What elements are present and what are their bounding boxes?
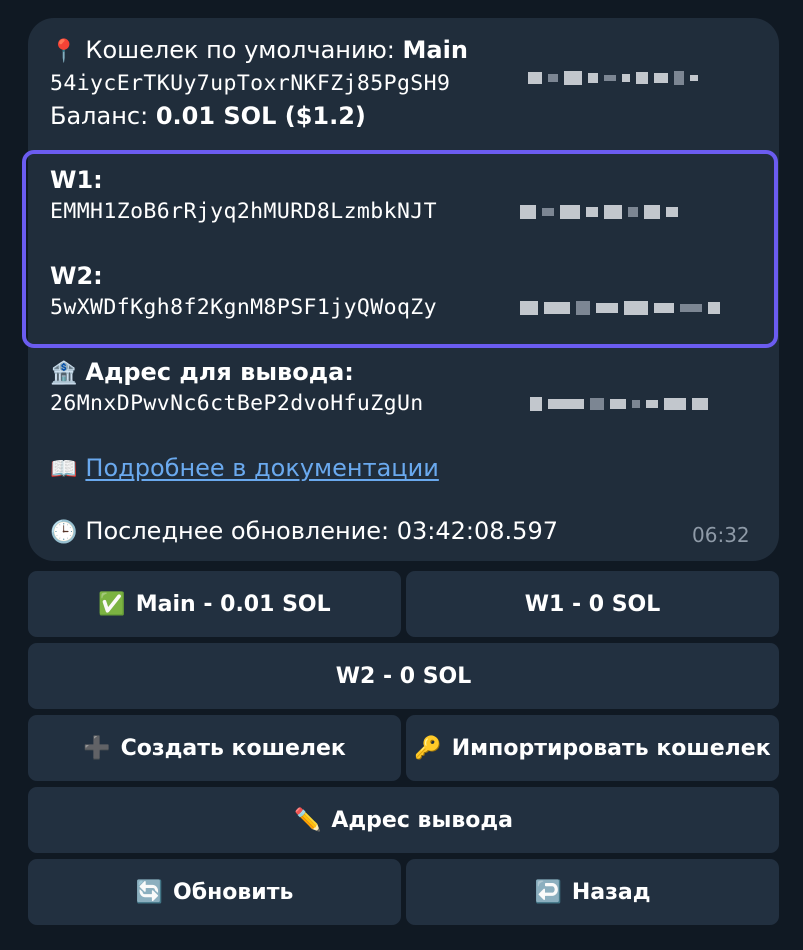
bank-icon: 🏦 [50,361,78,386]
wallet-w1-button[interactable]: W1 - 0 SOL [406,571,779,637]
create-wallet-button[interactable]: ➕ Создать кошелек [28,715,401,781]
book-icon: 📖 [50,457,78,482]
withdraw-address-button[interactable]: ✏️ Адрес вывода [28,787,779,853]
plus-icon: ➕ [83,735,111,761]
refresh-icon: 🔄 [135,879,163,905]
pin-icon: 📍 [50,39,78,64]
redacted-address-blur [528,68,698,88]
back-button[interactable]: ↩️ Назад [406,859,779,925]
w1-label: W1: [50,166,103,194]
docs-link-line: 📖 Подробнее в документации [50,452,439,486]
wallet-w2-label: W2 - 0 SOL [335,663,472,689]
withdraw-address-button-label: Адрес вывода [331,807,514,833]
redacted-withdraw-blur [530,394,708,414]
clock-icon: 🕒 [50,520,78,545]
w2-label: W2: [50,262,103,290]
wallet-main-button[interactable]: ✅ Main - 0.01 SOL [28,571,401,637]
withdraw-address-label: Адрес для вывода: [85,358,354,386]
import-wallet-button[interactable]: 🔑 Импортировать кошелек [406,715,779,781]
last-update-line: 🕒 Последнее обновление: 03:42:08.597 [50,515,558,549]
last-update-text: Последнее обновление: 03:42:08.597 [85,517,558,545]
wallet-main-label: Main - 0.01 SOL [135,591,331,617]
withdraw-address-line: 🏦 Адрес для вывода: [50,356,354,390]
w2-address[interactable]: 5wXWDfKgh8f2KgnM8PSF1jyQWoqZy [50,292,437,324]
redacted-w1-blur [520,202,678,222]
key-icon: 🔑 [414,735,442,761]
back-label: Назад [571,879,651,905]
wallet-w2-button[interactable]: W2 - 0 SOL [28,643,779,709]
message-time: 06:32 [692,523,750,547]
pencil-icon: ✏️ [293,807,322,833]
wallet-w1-label: W1 - 0 SOL [524,591,661,617]
balance-label: Баланс: [50,102,156,130]
w1-address[interactable]: EMMH1ZoB6rRjyq2hMURD8LzmbkNJT [50,196,437,228]
default-wallet-address[interactable]: 54iycErTKUy7upToxrNKFZj85PgSH9 [50,68,450,100]
default-wallet-name: Main [402,36,468,64]
refresh-label: Обновить [173,879,294,905]
redacted-w2-blur [520,298,720,318]
back-arrow-icon: ↩️ [534,879,562,905]
balance-line: Баланс: 0.01 SOL ($1.2) [50,100,366,132]
default-wallet-prefix: Кошелек по умолчанию: [85,36,403,64]
create-wallet-label: Создать кошелек [120,735,346,761]
withdraw-address[interactable]: 26MnxDPwvNc6ctBeP2dvoHfuZgUn [50,388,424,420]
refresh-button[interactable]: 🔄 Обновить [28,859,401,925]
check-icon: ✅ [98,591,126,617]
import-wallet-label: Импортировать кошелек [451,735,771,761]
default-wallet-line: 📍 Кошелек по умолчанию: Main [50,34,468,68]
balance-value: 0.01 SOL ($1.2) [155,102,366,130]
docs-link[interactable]: Подробнее в документации [85,454,438,482]
